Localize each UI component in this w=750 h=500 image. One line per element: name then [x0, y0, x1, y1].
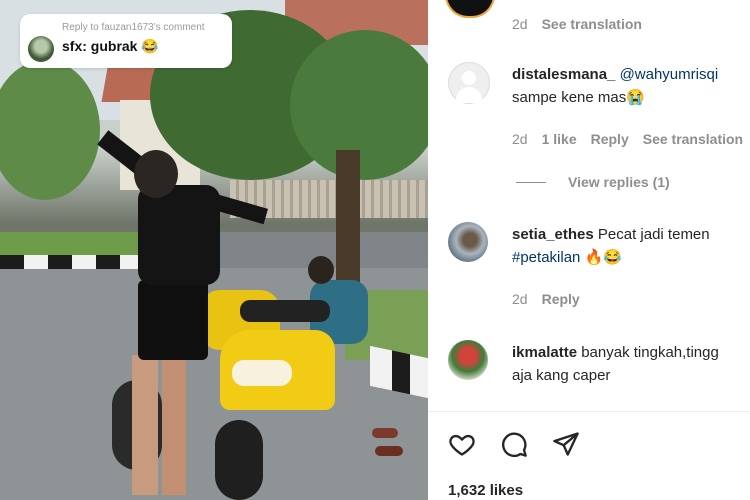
video-motorcycle-headlight: [232, 360, 292, 386]
comment-text: #petakilan 🔥😂: [512, 247, 622, 269]
video-seated-person-head: [308, 256, 334, 284]
reply-sticker[interactable]: Reply to fauzan1673's comment sfx: gubra…: [20, 14, 232, 68]
video-sandal: [375, 446, 403, 456]
see-translation-link[interactable]: See translation: [542, 16, 642, 32]
video-curb: [0, 255, 142, 269]
comment-text: distalesmana_ @wahyumrisqi: [512, 64, 718, 86]
comment-time: 2d: [512, 16, 528, 32]
avatar[interactable]: [448, 222, 488, 262]
reply-button[interactable]: Reply: [542, 291, 580, 307]
reply-sticker-subtitle: Reply to fauzan1673's comment: [62, 22, 205, 33]
comment-body: banyak tingkah,tingg: [581, 344, 719, 361]
comment-time: 2d: [512, 131, 528, 147]
comment-meta: 2d See translation: [512, 16, 656, 32]
comment-hashtag[interactable]: #petakilan: [512, 249, 580, 266]
avatar[interactable]: [445, 0, 495, 18]
laughing-emoji-icon: 😂: [141, 38, 159, 54]
replies-divider: [516, 182, 546, 183]
comment-meta: 2d 1 like Reply See translation: [512, 131, 750, 147]
reply-sticker-avatar: [28, 36, 54, 62]
comment-text: ikmalatte banyak tingkah,tingg: [512, 342, 719, 364]
comment-meta: 2d Reply: [512, 291, 594, 307]
video-tree-trunk: [336, 150, 360, 290]
comment-mention[interactable]: @wahyumrisqi: [620, 66, 719, 83]
send-icon[interactable]: [552, 430, 580, 458]
comment-text: aja kang caper: [512, 365, 610, 387]
video-jumping-person-leg: [162, 355, 186, 495]
fire-laugh-emoji-icon: 🔥😂: [584, 249, 622, 266]
heart-icon[interactable]: [448, 430, 476, 458]
video-jumping-person-head: [134, 150, 178, 198]
comment-username[interactable]: ikmalatte: [512, 344, 577, 361]
default-avatar-icon[interactable]: [448, 62, 490, 104]
video-jumping-person-leg: [132, 355, 158, 495]
comment-text: setia_ethes Pecat jadi temen: [512, 224, 710, 246]
reply-sticker-text: sfx: gubrak: [62, 38, 138, 54]
comment-text: sampe kene mas😭: [512, 87, 645, 109]
likes-count[interactable]: 1,632 likes: [448, 482, 523, 499]
video-tree: [0, 60, 100, 200]
reply-button[interactable]: Reply: [591, 131, 629, 147]
actions-divider: [428, 411, 750, 412]
reply-sticker-message: sfx: gubrak 😂: [62, 38, 159, 55]
comment-time: 2d: [512, 291, 528, 307]
comment-body: aja kang caper: [512, 367, 611, 384]
video-motorcycle-wheel: [215, 420, 263, 500]
video-jumping-person: [138, 185, 220, 285]
comment-body: sampe kene mas: [512, 89, 627, 106]
comment-like-count[interactable]: 1 like: [542, 131, 577, 147]
comments-panel: 2d See translation distalesmana_ @wahyumr…: [428, 0, 750, 500]
video-jumping-person-shorts: [138, 280, 208, 360]
video-sandal: [372, 428, 398, 438]
video-frame[interactable]: Reply to fauzan1673's comment sfx: gubra…: [0, 0, 428, 500]
comment-bubble-icon[interactable]: [500, 430, 528, 458]
video-motorcycle-seat: [240, 300, 330, 322]
comment-username[interactable]: distalesmana_: [512, 66, 615, 83]
crying-emoji-icon: 😭: [626, 89, 645, 106]
comment-username[interactable]: setia_ethes: [512, 226, 594, 243]
comment-body: Pecat jadi temen: [597, 226, 710, 243]
view-replies-button[interactable]: View replies (1): [568, 174, 670, 190]
avatar[interactable]: [448, 340, 488, 380]
see-translation-link[interactable]: See translation: [643, 131, 743, 147]
